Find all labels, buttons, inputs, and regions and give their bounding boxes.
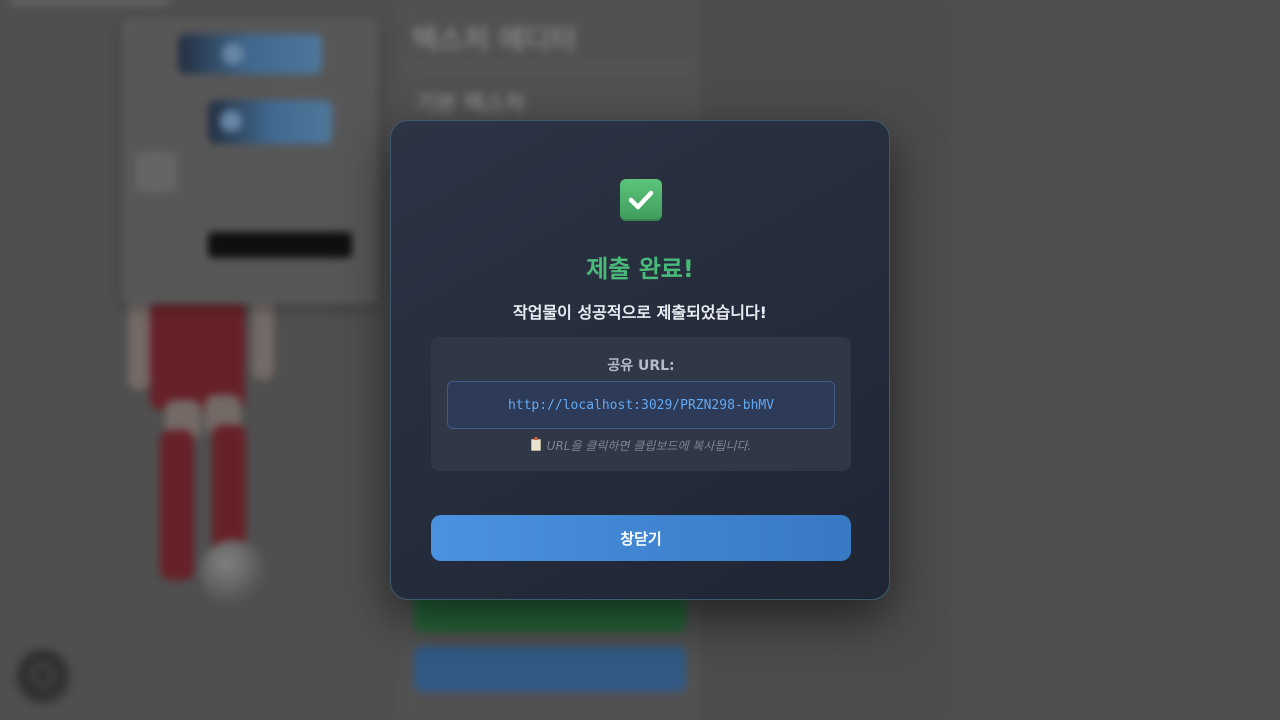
color-swatch[interactable] — [136, 152, 176, 192]
player-sock-left — [160, 430, 194, 580]
share-url-section: 공유 URL: http://localhost:3029/PRZN298-bh… — [431, 337, 851, 471]
player-sock-right — [212, 425, 246, 555]
gradient-knob-middle[interactable] — [220, 110, 242, 132]
soccer-ball — [200, 540, 266, 606]
share-url-field[interactable]: http://localhost:3029/PRZN298-bhMV — [447, 381, 835, 429]
modal-title: 제출 완료! — [586, 255, 694, 283]
share-url-label: 공유 URL: — [607, 358, 675, 374]
gradient-slider-top[interactable] — [178, 34, 322, 74]
player-shorts — [150, 300, 245, 410]
editor-heading: 텍스처 에디터 — [412, 23, 577, 56]
success-message: 작업물이 성공적으로 제출되었습니다! — [513, 303, 767, 322]
background-blue-button[interactable] — [414, 646, 686, 692]
top-bar-indicator — [10, 0, 170, 4]
submission-complete-modal: 제출 완료! 작업물이 성공적으로 제출되었습니다! 공유 URL: http:… — [390, 120, 890, 600]
close-button[interactable]: 창닫기 — [431, 515, 851, 561]
black-color-bar[interactable] — [208, 232, 352, 258]
player-arm-right — [252, 300, 274, 380]
fab-icon — [32, 664, 54, 686]
copy-hint-text: URL을 클릭하면 클립보드에 복사됩니다. — [546, 439, 752, 453]
clipboard-icon — [530, 437, 541, 451]
player-arm-left — [128, 300, 150, 390]
copy-hint: URL을 클릭하면 클립보드에 복사됩니다. — [431, 437, 851, 454]
gradient-knob-top[interactable] — [222, 43, 244, 65]
editor-subheading: 기본 텍스처 — [416, 92, 525, 117]
heading-divider — [400, 66, 696, 68]
check-mark-icon — [620, 179, 662, 221]
